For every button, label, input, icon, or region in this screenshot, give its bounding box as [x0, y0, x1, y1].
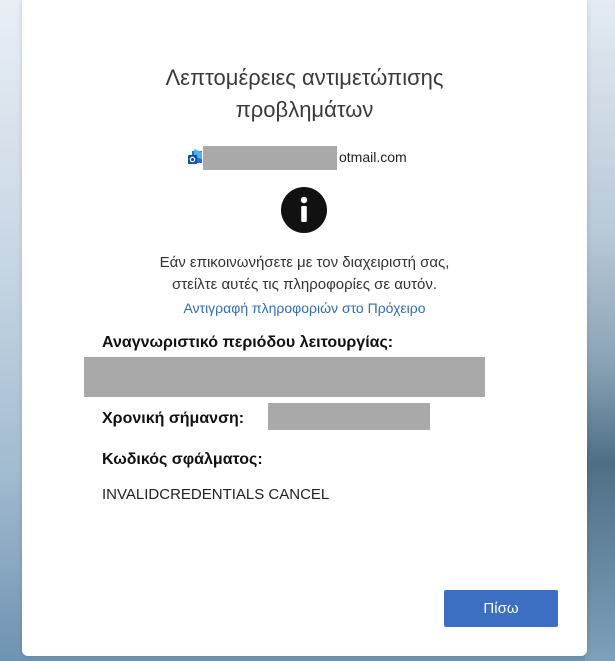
session-id-label: Αναγνωριστικό περιόδου λειτουργίας:	[102, 334, 394, 351]
outlook-app-icon	[188, 149, 204, 167]
admin-message-line1: Εάν επικοινωνήσετε με τον διαχειριστή σα…	[159, 254, 450, 271]
admin-message: Εάν επικοινωνήσετε με τον διαχειριστή σα…	[22, 252, 587, 296]
background-left	[0, 0, 24, 661]
session-id-redaction	[84, 357, 485, 397]
dialog-title: Λεπτομέρειες αντιμετώπισης προβλημάτων	[22, 62, 587, 126]
background-right	[585, 0, 615, 661]
troubleshooting-dialog: Λεπτομέρειες αντιμετώπισης προβλημάτων o…	[22, 0, 587, 656]
account-email: otmail.com	[339, 149, 407, 165]
error-code-value: INVALIDCREDENTIALS CANCEL	[102, 486, 330, 503]
info-icon	[281, 187, 327, 233]
timestamp-label: Χρονική σήμανση:	[102, 410, 245, 427]
account-row: otmail.com	[188, 146, 448, 170]
error-code-label: Κωδικός σφάλματος:	[102, 451, 263, 468]
copy-to-clipboard-link[interactable]: Αντιγραφή πληροφοριών στο Πρόχειρο	[22, 300, 587, 316]
timestamp-redaction	[268, 403, 430, 430]
dialog-title-line2: προβλημάτων	[235, 97, 374, 122]
account-redaction	[203, 146, 337, 170]
back-button[interactable]: Πίσω	[444, 590, 558, 627]
dialog-title-line1: Λεπτομέρειες αντιμετώπισης	[165, 65, 444, 90]
admin-message-line2: στείλτε αυτές τις πληροφορίες σε αυτόν.	[171, 276, 438, 293]
